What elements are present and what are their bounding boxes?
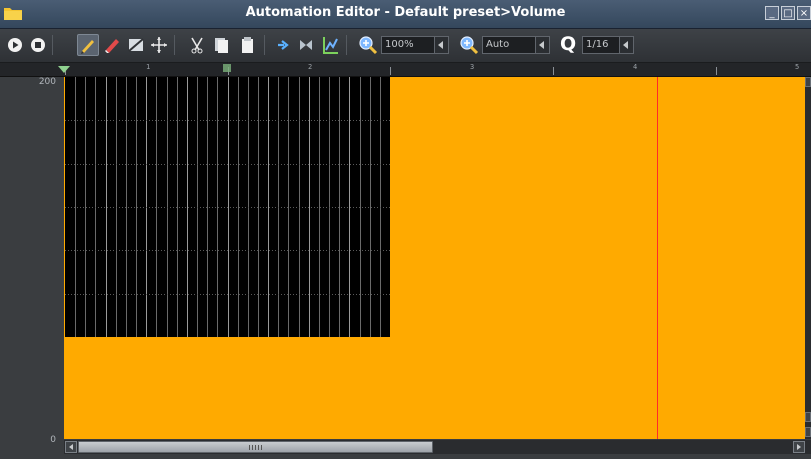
- scissors-icon[interactable]: [186, 34, 208, 56]
- zoom-x-dropdown-arrow[interactable]: [434, 37, 448, 53]
- ruler-bar-number: 2: [308, 63, 313, 71]
- scroll-down-button[interactable]: [805, 427, 811, 437]
- copy-icon[interactable]: [210, 34, 232, 56]
- minimize-icon[interactable]: _: [765, 6, 779, 20]
- toolbar-separator: [264, 35, 265, 55]
- toolbar-separator: [346, 35, 347, 55]
- zoom-x-icon: [359, 36, 378, 55]
- timeline-ruler[interactable]: 1 2 3 4 5: [0, 63, 811, 77]
- quantize-dropdown-arrow[interactable]: [619, 37, 633, 53]
- select-icon[interactable]: [125, 34, 147, 56]
- loop-point-marker[interactable]: [223, 64, 231, 72]
- ruler-tick: [553, 67, 554, 75]
- cubic-hermite-icon[interactable]: [319, 34, 341, 56]
- draw-tool-button[interactable]: [77, 34, 99, 56]
- zoom-y-combo[interactable]: Auto: [482, 36, 550, 54]
- scroll-up-button[interactable]: [805, 77, 811, 87]
- scroll-right-button[interactable]: [793, 441, 805, 453]
- discrete-progression-icon[interactable]: [272, 34, 294, 56]
- horizontal-scroll-thumb[interactable]: [78, 441, 433, 453]
- close-icon[interactable]: ×: [797, 6, 811, 20]
- position-marker[interactable]: [58, 66, 70, 73]
- scroll-grip-icon: [249, 445, 263, 450]
- maximize-icon[interactable]: □: [781, 6, 795, 20]
- playhead-line: [657, 77, 658, 439]
- vertical-scrollbar[interactable]: [805, 77, 811, 439]
- paste-icon[interactable]: [236, 34, 258, 56]
- toolbar-separator: [174, 35, 175, 55]
- scroll-left-button[interactable]: [65, 441, 77, 453]
- toolbar: 100% Auto Q 1/16: [0, 29, 811, 63]
- zoom-y-value: Auto: [486, 39, 510, 50]
- horizontal-scrollbar[interactable]: [64, 440, 811, 454]
- zoom-y-icon: [460, 36, 479, 55]
- pattern-grid[interactable]: [65, 77, 390, 337]
- zoom-x-value: 100%: [385, 39, 414, 50]
- ruler-bar-number: 3: [470, 63, 475, 71]
- zoom-x-combo[interactable]: 100%: [381, 36, 449, 54]
- quantize-label: Q: [560, 33, 577, 55]
- ruler-bar-number: 1: [146, 63, 151, 71]
- play-icon[interactable]: [4, 34, 26, 56]
- automation-editor-window: Automation Editor - Default preset>Volum…: [0, 0, 811, 459]
- title-bar[interactable]: Automation Editor - Default preset>Volum…: [0, 0, 811, 29]
- pencil-icon: [81, 40, 94, 54]
- axis-min-label: 0: [50, 435, 56, 445]
- ruler-bar-number: 5: [795, 63, 800, 71]
- linear-progression-icon[interactable]: [295, 34, 317, 56]
- quantize-value: 1/16: [586, 39, 609, 50]
- toolbar-separator: [52, 35, 53, 55]
- stop-icon[interactable]: [27, 34, 49, 56]
- ruler-tick: [716, 67, 717, 75]
- ruler-bar-number: 4: [633, 63, 638, 71]
- axis-max-label: 200: [38, 77, 56, 87]
- zoom-y-dropdown-arrow[interactable]: [535, 37, 549, 53]
- window-bottom-edge: [0, 454, 811, 459]
- ruler-tick: [390, 67, 391, 75]
- quantize-combo[interactable]: 1/16: [582, 36, 634, 54]
- automation-canvas[interactable]: [64, 77, 805, 439]
- window-title: Automation Editor - Default preset>Volum…: [245, 5, 566, 20]
- scroll-up-small-button[interactable]: [805, 412, 811, 422]
- value-axis: 200 0: [0, 77, 64, 445]
- move-icon[interactable]: [148, 34, 170, 56]
- eraser-icon[interactable]: [101, 34, 123, 56]
